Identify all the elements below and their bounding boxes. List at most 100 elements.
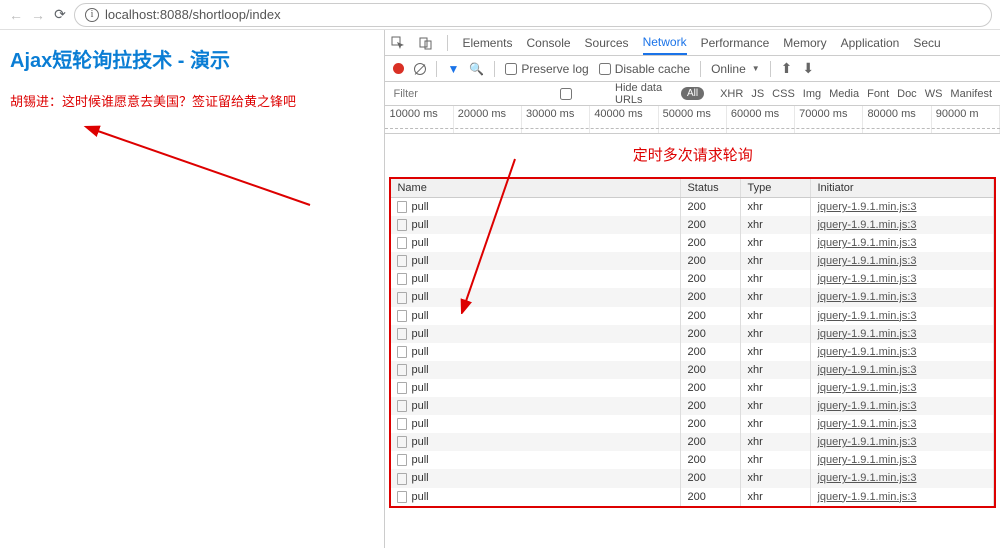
network-row[interactable]: pull200xhrjquery-1.9.1.min.js:3: [391, 288, 994, 306]
tab-network[interactable]: Network: [643, 35, 687, 55]
col-type[interactable]: Type: [741, 179, 811, 197]
download-icon[interactable]: ⬇: [802, 60, 814, 77]
cell-initiator: jquery-1.9.1.min.js:3: [811, 361, 994, 379]
reload-button[interactable]: ⟳: [52, 7, 68, 23]
tab-sources[interactable]: Sources: [585, 36, 629, 50]
cell-type: xhr: [741, 451, 811, 469]
initiator-link[interactable]: jquery-1.9.1.min.js:3: [817, 237, 916, 249]
initiator-link[interactable]: jquery-1.9.1.min.js:3: [817, 346, 916, 358]
preserve-log-checkbox[interactable]: Preserve log: [505, 62, 588, 76]
cell-type: xhr: [741, 307, 811, 325]
initiator-link[interactable]: jquery-1.9.1.min.js:3: [817, 291, 916, 303]
timeline-tick: 50000 ms: [659, 106, 727, 133]
filter-toggle-icon[interactable]: ▼: [447, 62, 459, 76]
cell-status: 200: [681, 469, 741, 487]
filter-font[interactable]: Font: [867, 88, 889, 100]
cell-initiator: jquery-1.9.1.min.js:3: [811, 198, 994, 216]
cell-name: pull: [391, 288, 681, 306]
cell-initiator: jquery-1.9.1.min.js:3: [811, 270, 994, 288]
network-row[interactable]: pull200xhrjquery-1.9.1.min.js:3: [391, 379, 994, 397]
filter-ws[interactable]: WS: [925, 88, 943, 100]
network-row[interactable]: pull200xhrjquery-1.9.1.min.js:3: [391, 433, 994, 451]
initiator-link[interactable]: jquery-1.9.1.min.js:3: [817, 364, 916, 376]
network-row[interactable]: pull200xhrjquery-1.9.1.min.js:3: [391, 270, 994, 288]
filter-media[interactable]: Media: [829, 88, 859, 100]
filter-doc[interactable]: Doc: [897, 88, 917, 100]
record-button[interactable]: [393, 63, 404, 74]
initiator-link[interactable]: jquery-1.9.1.min.js:3: [817, 436, 916, 448]
file-icon: [397, 292, 407, 304]
cell-type: xhr: [741, 325, 811, 343]
file-icon: [397, 219, 407, 231]
initiator-link[interactable]: jquery-1.9.1.min.js:3: [817, 255, 916, 267]
url-bar[interactable]: i localhost:8088/shortloop/index: [74, 3, 992, 27]
file-icon: [397, 364, 407, 376]
col-status[interactable]: Status: [681, 179, 741, 197]
filter-css[interactable]: CSS: [772, 88, 795, 100]
cell-status: 200: [681, 397, 741, 415]
network-row[interactable]: pull200xhrjquery-1.9.1.min.js:3: [391, 397, 994, 415]
timeline-tick: 40000 ms: [590, 106, 658, 133]
tab-security[interactable]: Secu: [913, 36, 940, 50]
tab-elements[interactable]: Elements: [462, 36, 512, 50]
cell-name: pull: [391, 379, 681, 397]
disable-cache-checkbox[interactable]: Disable cache: [599, 62, 690, 76]
initiator-link[interactable]: jquery-1.9.1.min.js:3: [817, 400, 916, 412]
initiator-link[interactable]: jquery-1.9.1.min.js:3: [817, 382, 916, 394]
search-icon[interactable]: 🔍: [469, 62, 484, 76]
network-row[interactable]: pull200xhrjquery-1.9.1.min.js:3: [391, 361, 994, 379]
throttling-select[interactable]: Online: [711, 62, 760, 76]
initiator-link[interactable]: jquery-1.9.1.min.js:3: [817, 418, 916, 430]
cell-status: 200: [681, 307, 741, 325]
filter-manifest[interactable]: Manifest: [950, 88, 992, 100]
initiator-link[interactable]: jquery-1.9.1.min.js:3: [817, 310, 916, 322]
initiator-link[interactable]: jquery-1.9.1.min.js:3: [817, 328, 916, 340]
initiator-link[interactable]: jquery-1.9.1.min.js:3: [817, 219, 916, 231]
filter-js[interactable]: JS: [751, 88, 764, 100]
cell-name: pull: [391, 397, 681, 415]
cell-status: 200: [681, 234, 741, 252]
hide-data-urls-checkbox[interactable]: Hide data URLs: [521, 82, 673, 106]
info-icon[interactable]: i: [85, 8, 99, 22]
filter-input[interactable]: [393, 88, 513, 100]
network-row[interactable]: pull200xhrjquery-1.9.1.min.js:3: [391, 252, 994, 270]
network-row[interactable]: pull200xhrjquery-1.9.1.min.js:3: [391, 234, 994, 252]
initiator-link[interactable]: jquery-1.9.1.min.js:3: [817, 472, 916, 484]
cell-type: xhr: [741, 469, 811, 487]
initiator-link[interactable]: jquery-1.9.1.min.js:3: [817, 273, 916, 285]
tab-memory[interactable]: Memory: [783, 36, 826, 50]
network-row[interactable]: pull200xhrjquery-1.9.1.min.js:3: [391, 415, 994, 433]
clear-button[interactable]: [414, 63, 426, 75]
network-row[interactable]: pull200xhrjquery-1.9.1.min.js:3: [391, 488, 994, 506]
initiator-link[interactable]: jquery-1.9.1.min.js:3: [817, 454, 916, 466]
back-button[interactable]: ←: [8, 7, 24, 23]
filter-xhr[interactable]: XHR: [720, 88, 743, 100]
inspect-icon[interactable]: [391, 36, 405, 50]
cell-status: 200: [681, 361, 741, 379]
network-row[interactable]: pull200xhrjquery-1.9.1.min.js:3: [391, 343, 994, 361]
network-row[interactable]: pull200xhrjquery-1.9.1.min.js:3: [391, 451, 994, 469]
filter-img[interactable]: Img: [803, 88, 821, 100]
col-initiator[interactable]: Initiator: [811, 179, 994, 197]
tab-application[interactable]: Application: [841, 36, 900, 50]
tab-performance[interactable]: Performance: [701, 36, 770, 50]
network-timeline[interactable]: 10000 ms20000 ms30000 ms40000 ms50000 ms…: [385, 106, 1000, 134]
initiator-link[interactable]: jquery-1.9.1.min.js:3: [817, 201, 916, 213]
network-table-header: Name Status Type Initiator: [391, 179, 994, 198]
device-icon[interactable]: [419, 36, 433, 50]
network-row[interactable]: pull200xhrjquery-1.9.1.min.js:3: [391, 307, 994, 325]
network-row[interactable]: pull200xhrjquery-1.9.1.min.js:3: [391, 325, 994, 343]
upload-icon[interactable]: ⬆: [781, 60, 793, 77]
cell-name: pull: [391, 433, 681, 451]
cell-type: xhr: [741, 343, 811, 361]
col-name[interactable]: Name: [391, 179, 681, 197]
tab-console[interactable]: Console: [527, 36, 571, 50]
cell-name: pull: [391, 488, 681, 506]
initiator-link[interactable]: jquery-1.9.1.min.js:3: [817, 491, 916, 503]
network-row[interactable]: pull200xhrjquery-1.9.1.min.js:3: [391, 198, 994, 216]
filter-all[interactable]: All: [681, 87, 704, 100]
network-row[interactable]: pull200xhrjquery-1.9.1.min.js:3: [391, 469, 994, 487]
page-content: Ajax短轮询拉技术 - 演示 胡锡进：这时候谁愿意去美国？签证留给黄之锋吧: [0, 30, 384, 548]
forward-button[interactable]: →: [30, 7, 46, 23]
network-row[interactable]: pull200xhrjquery-1.9.1.min.js:3: [391, 216, 994, 234]
